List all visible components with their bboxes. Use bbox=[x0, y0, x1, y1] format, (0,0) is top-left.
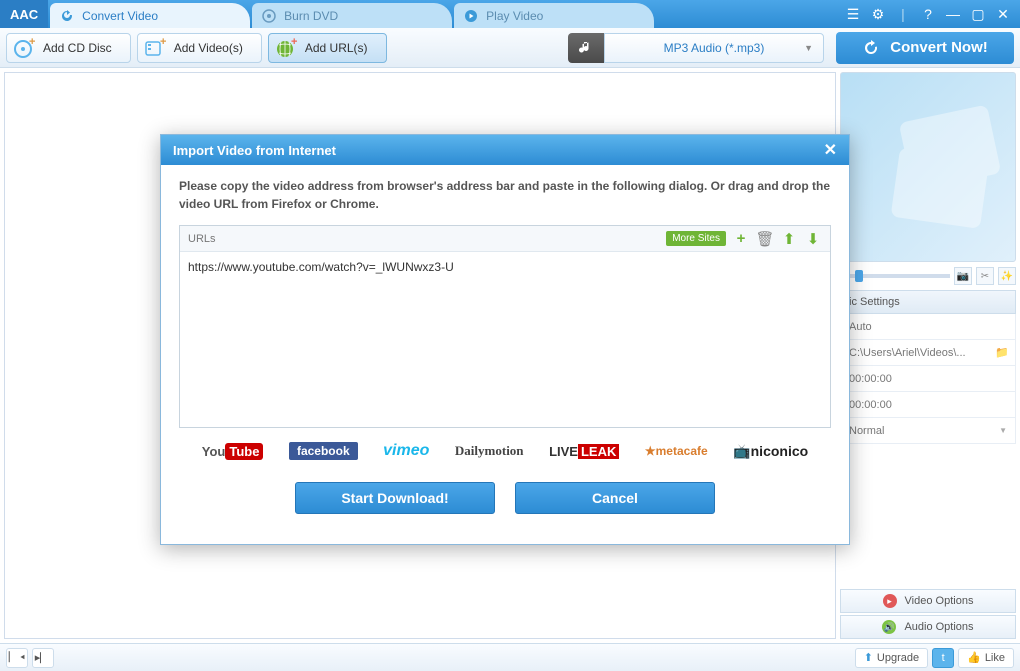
button-label: Video Options bbox=[905, 595, 974, 607]
button-label: Add CD Disc bbox=[43, 41, 112, 55]
menu-icon[interactable]: ☰ bbox=[842, 4, 864, 24]
niconico-logo: 📺niconico bbox=[733, 443, 808, 460]
help-icon[interactable]: ? bbox=[917, 4, 939, 24]
video-plus-icon: + bbox=[144, 37, 166, 59]
dailymotion-logo: Dailymotion bbox=[455, 443, 524, 459]
add-cd-disc-button[interactable]: + Add CD Disc bbox=[6, 33, 131, 63]
music-note-icon[interactable] bbox=[568, 33, 604, 63]
setting-output-path[interactable]: C:\Users\Ariel\Videos\... 📁 bbox=[840, 340, 1016, 366]
video-options-button[interactable]: ▸ Video Options bbox=[840, 589, 1016, 613]
button-label: Like bbox=[985, 652, 1005, 664]
metacafe-logo: ★metacafe bbox=[645, 444, 708, 458]
move-up-button[interactable]: ⬆ bbox=[780, 230, 798, 248]
setting-volume[interactable]: Normal bbox=[840, 418, 1016, 444]
import-video-dialog: Import Video from Internet ✕ Please copy… bbox=[160, 134, 850, 545]
supported-sites: YouTube facebook vimeo Dailymotion LIVEL… bbox=[179, 428, 831, 474]
upgrade-button[interactable]: ⬆ Upgrade bbox=[855, 648, 928, 668]
format-selector: MP3 Audio (*.mp3) bbox=[568, 33, 824, 63]
delete-url-button[interactable]: 🗑 bbox=[756, 230, 774, 248]
svg-text:+: + bbox=[160, 37, 166, 48]
up-arrow-icon: ⬆ bbox=[864, 651, 873, 664]
add-urls-button[interactable]: + Add URL(s) bbox=[268, 33, 387, 63]
preview-panel bbox=[840, 72, 1016, 262]
cancel-button[interactable]: Cancel bbox=[515, 482, 715, 514]
vimeo-logo: vimeo bbox=[383, 442, 429, 460]
prev-button[interactable]: ⎸◂ bbox=[6, 648, 28, 668]
tab-convert-video[interactable]: Convert Video bbox=[50, 3, 250, 28]
dialog-close-button[interactable]: ✕ bbox=[824, 140, 837, 160]
dialog-instruction: Please copy the video address from brows… bbox=[179, 177, 831, 213]
tab-burn-dvd[interactable]: Burn DVD bbox=[252, 3, 452, 28]
cd-plus-icon: + bbox=[13, 37, 35, 59]
audio-options-button[interactable]: 🔊 Audio Options bbox=[840, 615, 1016, 639]
gear-icon[interactable]: ⚙ bbox=[867, 4, 889, 24]
globe-plus-icon: + bbox=[275, 37, 297, 59]
facebook-logo: facebook bbox=[289, 442, 358, 460]
urls-box: URLs More Sites + 🗑 ⬆ ⬇ https://www.yout… bbox=[179, 225, 831, 428]
twitter-button[interactable]: t bbox=[932, 648, 954, 668]
setting-time-end[interactable]: 00:00:00 bbox=[840, 392, 1016, 418]
refresh-icon bbox=[60, 9, 74, 23]
next-button[interactable]: ▸⎸ bbox=[32, 648, 54, 668]
tab-label: Convert Video bbox=[82, 9, 158, 23]
maximize-button[interactable]: ▢ bbox=[967, 4, 989, 24]
button-label: Add Video(s) bbox=[174, 41, 243, 55]
svg-text:+: + bbox=[291, 37, 297, 48]
setting-auto[interactable]: Auto bbox=[840, 314, 1016, 340]
liveleak-logo: LIVELEAK bbox=[549, 444, 619, 459]
add-videos-button[interactable]: + Add Video(s) bbox=[137, 33, 262, 63]
svg-text:+: + bbox=[29, 37, 35, 48]
urls-header: URLs More Sites + 🗑 ⬆ ⬇ bbox=[180, 226, 830, 252]
tab-label: Burn DVD bbox=[284, 9, 338, 23]
play-icon bbox=[464, 9, 478, 23]
button-label: Audio Options bbox=[904, 621, 973, 633]
playback-slider[interactable] bbox=[840, 274, 950, 278]
folder-icon[interactable]: 📁 bbox=[995, 346, 1009, 359]
setting-time-start[interactable]: 00:00:00 bbox=[840, 366, 1016, 392]
url-input-area[interactable]: https://www.youtube.com/watch?v=_lWUNwxz… bbox=[180, 252, 830, 427]
minimize-button[interactable]: — bbox=[942, 4, 964, 24]
more-sites-button[interactable]: More Sites bbox=[666, 231, 726, 246]
refresh-icon bbox=[862, 39, 880, 57]
path-value: C:\Users\Ariel\Videos\... bbox=[849, 347, 966, 359]
disc-icon bbox=[262, 9, 276, 23]
move-down-button[interactable]: ⬇ bbox=[804, 230, 822, 248]
divider: | bbox=[892, 4, 914, 24]
camera-icon[interactable]: 📷 bbox=[954, 267, 972, 285]
titlebar: AAC Convert Video Burn DVD Play Video ☰ … bbox=[0, 0, 1020, 28]
convert-now-button[interactable]: Convert Now! bbox=[836, 32, 1014, 64]
tab-label: Play Video bbox=[486, 9, 543, 23]
window-controls: ☰ ⚙ | ? — ▢ ✕ bbox=[836, 0, 1020, 28]
add-url-button[interactable]: + bbox=[732, 230, 750, 248]
cut-icon[interactable]: ✂ bbox=[976, 267, 994, 285]
urls-label: URLs bbox=[188, 233, 216, 245]
close-button[interactable]: ✕ bbox=[992, 4, 1014, 24]
url-value: https://www.youtube.com/watch?v=_lWUNwxz… bbox=[188, 260, 454, 274]
sidebar: 📷 ✂ ✨ ic Settings Auto C:\Users\Ariel\Vi… bbox=[840, 68, 1020, 643]
dialog-title: Import Video from Internet bbox=[173, 143, 336, 158]
tab-play-video[interactable]: Play Video bbox=[454, 3, 654, 28]
app-logo: AAC bbox=[0, 0, 48, 28]
format-dropdown[interactable]: MP3 Audio (*.mp3) bbox=[604, 33, 824, 63]
facebook-like-button[interactable]: 👍 Like bbox=[958, 648, 1014, 668]
button-label: Upgrade bbox=[877, 652, 919, 664]
button-label: Convert Now! bbox=[890, 39, 988, 56]
thumbs-up-icon: 👍 bbox=[967, 651, 981, 664]
video-icon: ▸ bbox=[883, 594, 897, 608]
dialog-titlebar: Import Video from Internet ✕ bbox=[161, 135, 849, 165]
playback-slider-row: 📷 ✂ ✨ bbox=[840, 262, 1016, 290]
settings-header: ic Settings bbox=[840, 290, 1016, 314]
format-value: MP3 Audio (*.mp3) bbox=[664, 41, 765, 55]
button-label: Add URL(s) bbox=[305, 41, 368, 55]
youtube-logo: YouTube bbox=[202, 444, 264, 459]
filmstrip-icon bbox=[885, 103, 1005, 233]
start-download-button[interactable]: Start Download! bbox=[295, 482, 495, 514]
toolbar: + Add CD Disc + Add Video(s) + Add URL(s… bbox=[0, 28, 1020, 68]
wand-icon[interactable]: ✨ bbox=[998, 267, 1016, 285]
audio-icon: 🔊 bbox=[882, 620, 896, 634]
statusbar: ⎸◂ ▸⎸ ⬆ Upgrade t 👍 Like bbox=[0, 643, 1020, 671]
